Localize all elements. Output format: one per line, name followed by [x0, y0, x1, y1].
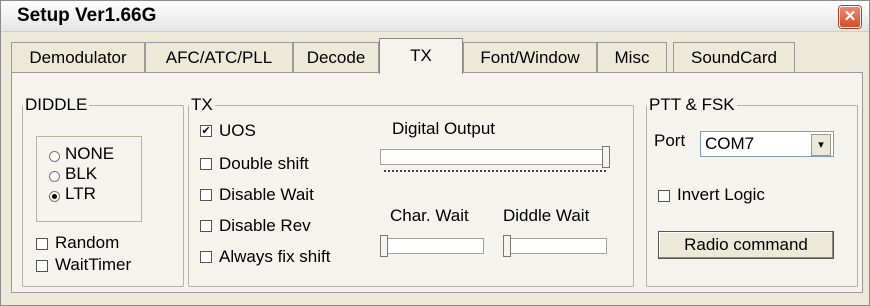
radio-command-button[interactable]: Radio command [658, 231, 834, 259]
tab-afc-atc-pll[interactable]: AFC/ATC/PLL [145, 42, 293, 72]
always-fix-shift-label: Always fix shift [219, 247, 331, 266]
double-shift-checkbox[interactable] [200, 158, 212, 170]
tab-soundcard[interactable]: SoundCard [673, 42, 795, 72]
port-label: Port [654, 131, 686, 150]
waittimer-label: WaitTimer [55, 255, 132, 274]
digital-output-ticks [384, 170, 606, 176]
ptt-fsk-group-label: PTT & FSK [649, 95, 735, 114]
chevron-down-icon[interactable]: ▾ [811, 134, 831, 156]
char-wait-track [380, 238, 484, 254]
tab-demodulator[interactable]: Demodulator [11, 42, 145, 72]
digital-output-track [380, 149, 610, 165]
uos-label: UOS [219, 121, 256, 140]
tx-group-label: TX [191, 95, 213, 114]
char-wait-label: Char. Wait [390, 206, 469, 225]
window-title: Setup Ver1.66G [17, 5, 157, 26]
setup-window: Setup Ver1.66G ✕ Demodulator AFC/ATC/PLL… [0, 0, 870, 306]
char-wait-slider[interactable] [380, 235, 388, 257]
close-icon[interactable]: ✕ [839, 6, 861, 28]
diddle-wait-label: Diddle Wait [503, 206, 590, 225]
uos-checkbox[interactable]: ✔ [200, 125, 212, 137]
tab-misc[interactable]: Misc [597, 42, 667, 72]
tab-tx[interactable]: TX [379, 38, 463, 74]
radio-none-label: NONE [65, 144, 115, 163]
digital-output-slider[interactable] [602, 146, 610, 168]
disable-wait-checkbox[interactable] [200, 189, 212, 201]
port-select[interactable]: COM7 ▾ [700, 131, 834, 157]
double-shift-label: Double shift [219, 154, 309, 173]
radio-blk[interactable] [49, 171, 60, 182]
diddle-group-label: DIDDLE [25, 95, 88, 114]
always-fix-shift-checkbox[interactable] [200, 251, 212, 263]
tab-decode[interactable]: Decode [293, 42, 379, 72]
tab-strip: Demodulator AFC/ATC/PLL Decode TX Font/W… [11, 38, 859, 74]
radio-blk-label: BLK [65, 164, 98, 183]
tab-font-window[interactable]: Font/Window [463, 42, 597, 72]
digital-output-label: Digital Output [392, 119, 495, 138]
waittimer-checkbox[interactable] [36, 260, 48, 272]
diddle-wait-track [503, 238, 607, 254]
disable-wait-label: Disable Wait [219, 185, 314, 204]
title-bar: Setup Ver1.66G ✕ [1, 1, 869, 32]
random-label: Random [55, 233, 120, 252]
random-checkbox[interactable] [36, 238, 48, 250]
tx-panel: DIDDLE NONE BLK LTR Random WaitTimer TX … [11, 72, 863, 293]
disable-rev-checkbox[interactable] [200, 220, 212, 232]
radio-ltr[interactable] [49, 191, 60, 202]
radio-ltr-label: LTR [65, 184, 96, 203]
disable-rev-label: Disable Rev [219, 216, 311, 235]
diddle-wait-slider[interactable] [503, 235, 511, 257]
invert-logic-label: Invert Logic [677, 185, 765, 204]
radio-none[interactable] [49, 151, 60, 162]
invert-logic-checkbox[interactable] [658, 190, 670, 202]
port-select-value: COM7 [705, 134, 755, 153]
